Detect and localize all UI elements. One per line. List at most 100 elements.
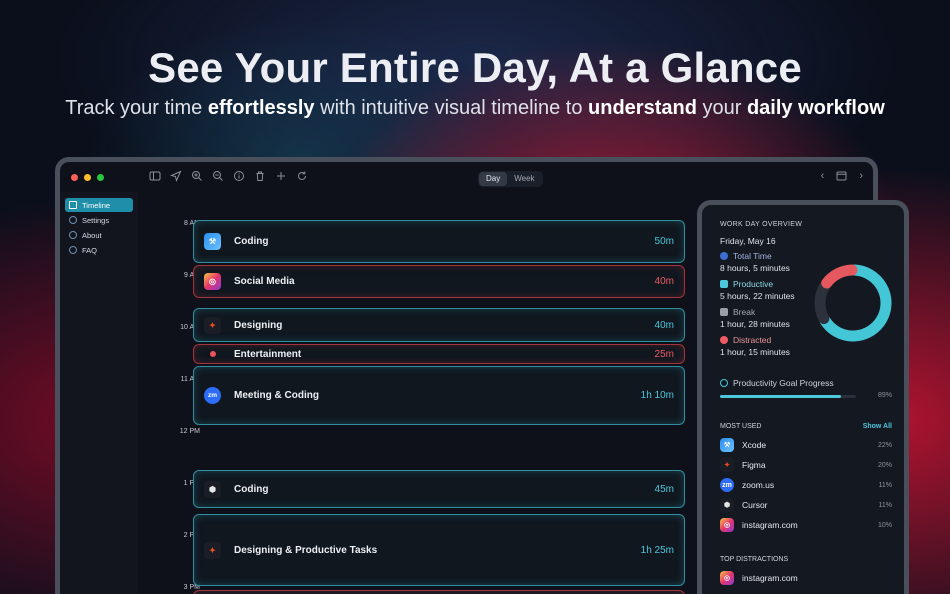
- productive-icon: [720, 280, 728, 288]
- stat-break: Break 1 hour, 28 minutes: [720, 307, 814, 329]
- sidebar-item-label: FAQ: [82, 245, 98, 255]
- block-label: Coding: [234, 236, 269, 247]
- question-icon: [69, 246, 77, 254]
- app-percent: 10%: [877, 521, 892, 529]
- instagram-icon: ◎: [720, 571, 734, 585]
- refresh-icon[interactable]: [295, 170, 308, 183]
- figma-icon: ✦: [204, 541, 221, 559]
- stat-value: 1 hour, 28 minutes: [720, 319, 790, 329]
- hour-label: 12 PM: [179, 428, 200, 435]
- stat-value: 8 hours, 5 minutes: [720, 263, 790, 273]
- block-duration: 25m: [654, 348, 674, 360]
- toolbar: [148, 170, 308, 183]
- show-all-link[interactable]: Show All: [863, 423, 892, 430]
- calendar-icon[interactable]: [836, 170, 847, 185]
- info-icon[interactable]: [232, 170, 245, 183]
- zoom-window-button[interactable]: [97, 173, 104, 181]
- timeline-block[interactable]: ◎ Social Media 40m: [193, 265, 685, 298]
- app-name: Figma: [742, 460, 766, 470]
- block-duration: 1h 10m: [640, 390, 674, 401]
- app-name: Xcode: [742, 440, 767, 450]
- chevron-right-icon[interactable]: ›: [859, 170, 863, 185]
- location-arrow-icon[interactable]: [169, 170, 182, 183]
- xcode-icon: ⚒: [720, 438, 734, 452]
- subtitle-part: with intuitive visual timeline to: [314, 97, 589, 119]
- sidebar-item-label: Timeline: [82, 200, 111, 210]
- timeline-block[interactable]: ✦ Designing & Productive Tasks 1h 25m: [193, 514, 685, 586]
- app-percent: 11%: [878, 481, 893, 489]
- overview-panel: WORK DAY OVERVIEW Friday, May 16 Total T…: [697, 200, 909, 594]
- instagram-icon: ◎: [720, 518, 734, 532]
- timeline-block-partial[interactable]: [193, 590, 685, 594]
- timeline: 8 AM 9 AM 10 AM 11 AM 12 PM 1 PM 2 PM 3 …: [138, 192, 703, 594]
- window-controls: [71, 173, 104, 181]
- top-distractions-heading: TOP DISTRACTIONS: [720, 556, 789, 563]
- sidebar-item-settings[interactable]: Settings: [65, 213, 133, 227]
- figma-icon: ✦: [204, 316, 221, 334]
- tab-day[interactable]: Day: [479, 172, 508, 186]
- plus-icon[interactable]: [274, 170, 287, 183]
- subtitle-emphasis: effortlessly: [207, 97, 315, 119]
- goal-progress-fill: [720, 395, 842, 398]
- chevron-left-icon[interactable]: ‹: [821, 170, 825, 185]
- hero-subtitle: Track your time effortlessly with intuit…: [0, 97, 950, 120]
- settings-icon: [69, 216, 77, 224]
- close-window-button[interactable]: [71, 173, 78, 181]
- zoom-in-icon[interactable]: [190, 170, 203, 183]
- timeline-block[interactable]: zm Meeting & Coding 1h 10m: [193, 366, 685, 425]
- donut-segment-break: [814, 279, 831, 325]
- block-label: Social Media: [234, 276, 295, 287]
- overview-date: Friday, May 16: [720, 236, 776, 246]
- timeline-block[interactable]: ✦ Designing 40m: [193, 308, 685, 342]
- app-name: instagram.com: [742, 573, 798, 583]
- cursor-icon: ⬢: [720, 498, 734, 512]
- block-label: Meeting & Coding: [234, 390, 319, 401]
- zoom-icon: zm: [720, 478, 734, 492]
- list-item[interactable]: ◎ instagram.com: [720, 568, 892, 588]
- timeline-block[interactable]: ⚒ Coding 50m: [193, 220, 685, 263]
- sidebar-item-timeline[interactable]: Timeline: [65, 198, 133, 212]
- most-used-heading: MOST USED: [720, 423, 762, 430]
- app-name: Cursor: [742, 500, 768, 510]
- most-used-list: ⚒ Xcode 22% ✦ Figma 20% zm zoom.us 11% ⬢…: [720, 435, 892, 535]
- tab-week[interactable]: Week: [507, 172, 541, 186]
- subtitle-part: Track your time: [65, 97, 208, 119]
- stat-label: Total Time: [733, 251, 772, 261]
- donut-segment-distracted: [821, 264, 858, 289]
- block-label: Coding: [234, 483, 269, 495]
- zoom-icon: zm: [204, 387, 221, 404]
- sidebar-toggle-icon[interactable]: [148, 170, 161, 183]
- list-item[interactable]: zm zoom.us 11%: [720, 475, 892, 495]
- titlebar: Day Week ‹ ›: [60, 162, 873, 192]
- list-item[interactable]: ⚒ Xcode 22%: [720, 435, 892, 455]
- goal-progress-bar: [720, 395, 856, 398]
- list-item[interactable]: ✦ Figma 20%: [720, 455, 892, 475]
- block-duration: 40m: [654, 276, 674, 287]
- block-label: Designing & Productive Tasks: [234, 544, 378, 556]
- list-item[interactable]: ◎ instagram.com 10%: [720, 515, 892, 535]
- sidebar-item-about[interactable]: About: [65, 228, 133, 242]
- bell-icon: [720, 336, 728, 344]
- minimize-window-button[interactable]: [84, 173, 91, 181]
- goal-percent: 89%: [877, 392, 892, 399]
- timeline-block[interactable]: Entertainment 25m: [193, 344, 685, 364]
- cursor-icon: ⬢: [204, 480, 221, 498]
- block-label: Entertainment: [234, 348, 302, 360]
- xcode-icon: ⚒: [204, 233, 221, 250]
- sidebar-item-faq[interactable]: FAQ: [65, 243, 133, 257]
- stat-value: 5 hours, 22 minutes: [720, 291, 795, 301]
- trash-icon[interactable]: [253, 170, 266, 183]
- info-icon: [69, 231, 77, 239]
- sidebar-item-label: About: [82, 230, 102, 240]
- sidebar-item-label: Settings: [82, 215, 110, 225]
- block-label: Designing: [234, 319, 283, 331]
- clock-icon: [720, 252, 728, 260]
- goal-row: Productivity Goal Progress: [720, 378, 892, 388]
- timeline-block[interactable]: ⬢ Coding 45m: [193, 470, 685, 508]
- list-item[interactable]: ⬢ Cursor 11%: [720, 495, 892, 515]
- instagram-icon: ◎: [204, 273, 221, 290]
- sidebar: Timeline Settings About FAQ: [60, 192, 138, 594]
- stat-value: 1 hour, 15 minutes: [720, 347, 790, 357]
- zoom-out-icon[interactable]: [211, 170, 224, 183]
- break-icon: [720, 308, 728, 316]
